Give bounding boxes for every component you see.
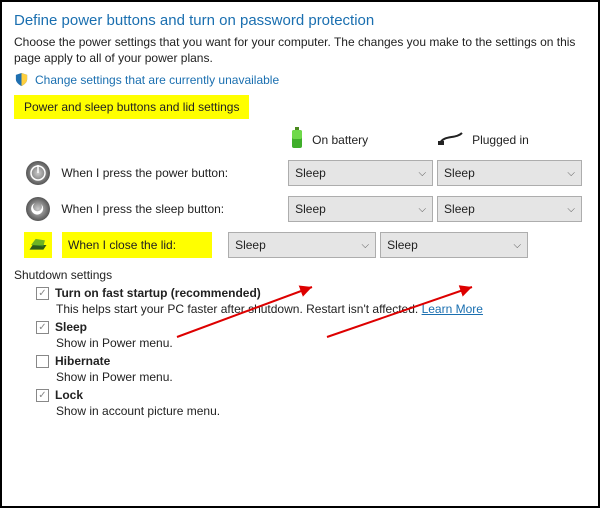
select-sleep-plugged[interactable]: Sleep ⌵ [437,196,582,222]
chevron-down-icon: ⌵ [513,240,521,251]
select-lid-battery[interactable]: Sleep ⌵ [228,232,376,258]
select-power-battery[interactable]: Sleep ⌵ [288,160,433,186]
row-lid-label: When I close the lid: [62,232,212,258]
column-header-battery: On battery [290,127,438,152]
row-power-button: When I press the power button: Sleep ⌵ S… [14,158,586,188]
section-header-shutdown: Shutdown settings [14,268,586,282]
checkbox-sleep[interactable] [36,321,49,334]
page-subtitle: Choose the power settings that you want … [14,35,586,66]
row-sleep-button: When I press the sleep button: Sleep ⌵ S… [14,194,586,224]
chevron-down-icon: ⌵ [418,168,426,179]
select-lid-plugged[interactable]: Sleep ⌵ [380,232,528,258]
shield-icon [14,72,29,87]
column-header-plugged: Plugged in [438,131,586,148]
shutdown-fast-startup: Turn on fast startup (recommended) This … [36,286,586,316]
shutdown-sleep: Sleep Show in Power menu. [36,320,586,350]
lid-icon [24,232,52,258]
change-settings-link[interactable]: Change settings that are currently unava… [14,72,586,87]
chevron-down-icon: ⌵ [361,240,369,251]
power-icon [24,160,51,186]
learn-more-link[interactable]: Learn More [422,302,483,316]
select-power-plugged[interactable]: Sleep ⌵ [437,160,582,186]
shutdown-hibernate: Hibernate Show in Power menu. [36,354,586,384]
checkbox-lock[interactable] [36,389,49,402]
row-power-label: When I press the power button: [61,166,288,180]
row-sleep-label: When I press the sleep button: [61,202,288,216]
highlight-section-title: Power and sleep buttons and lid settings [14,95,249,119]
shutdown-lock: Lock Show in account picture menu. [36,388,586,418]
battery-icon [290,127,304,152]
page-title: Define power buttons and turn on passwor… [14,12,586,29]
select-sleep-battery[interactable]: Sleep ⌵ [288,196,433,222]
chevron-down-icon: ⌵ [567,168,575,179]
checkbox-hibernate[interactable] [36,355,49,368]
chevron-down-icon: ⌵ [567,204,575,215]
checkbox-fast-startup[interactable] [36,287,49,300]
section-header-power-sleep-lid: Power and sleep buttons and lid settings [14,95,586,119]
plug-icon [438,131,464,148]
chevron-down-icon: ⌵ [418,204,426,215]
column-headers: On battery Plugged in [14,127,586,152]
row-close-lid: When I close the lid: Sleep ⌵ Sleep ⌵ [14,230,586,260]
sleep-icon [24,196,51,222]
change-settings-link-text: Change settings that are currently unava… [35,73,279,87]
